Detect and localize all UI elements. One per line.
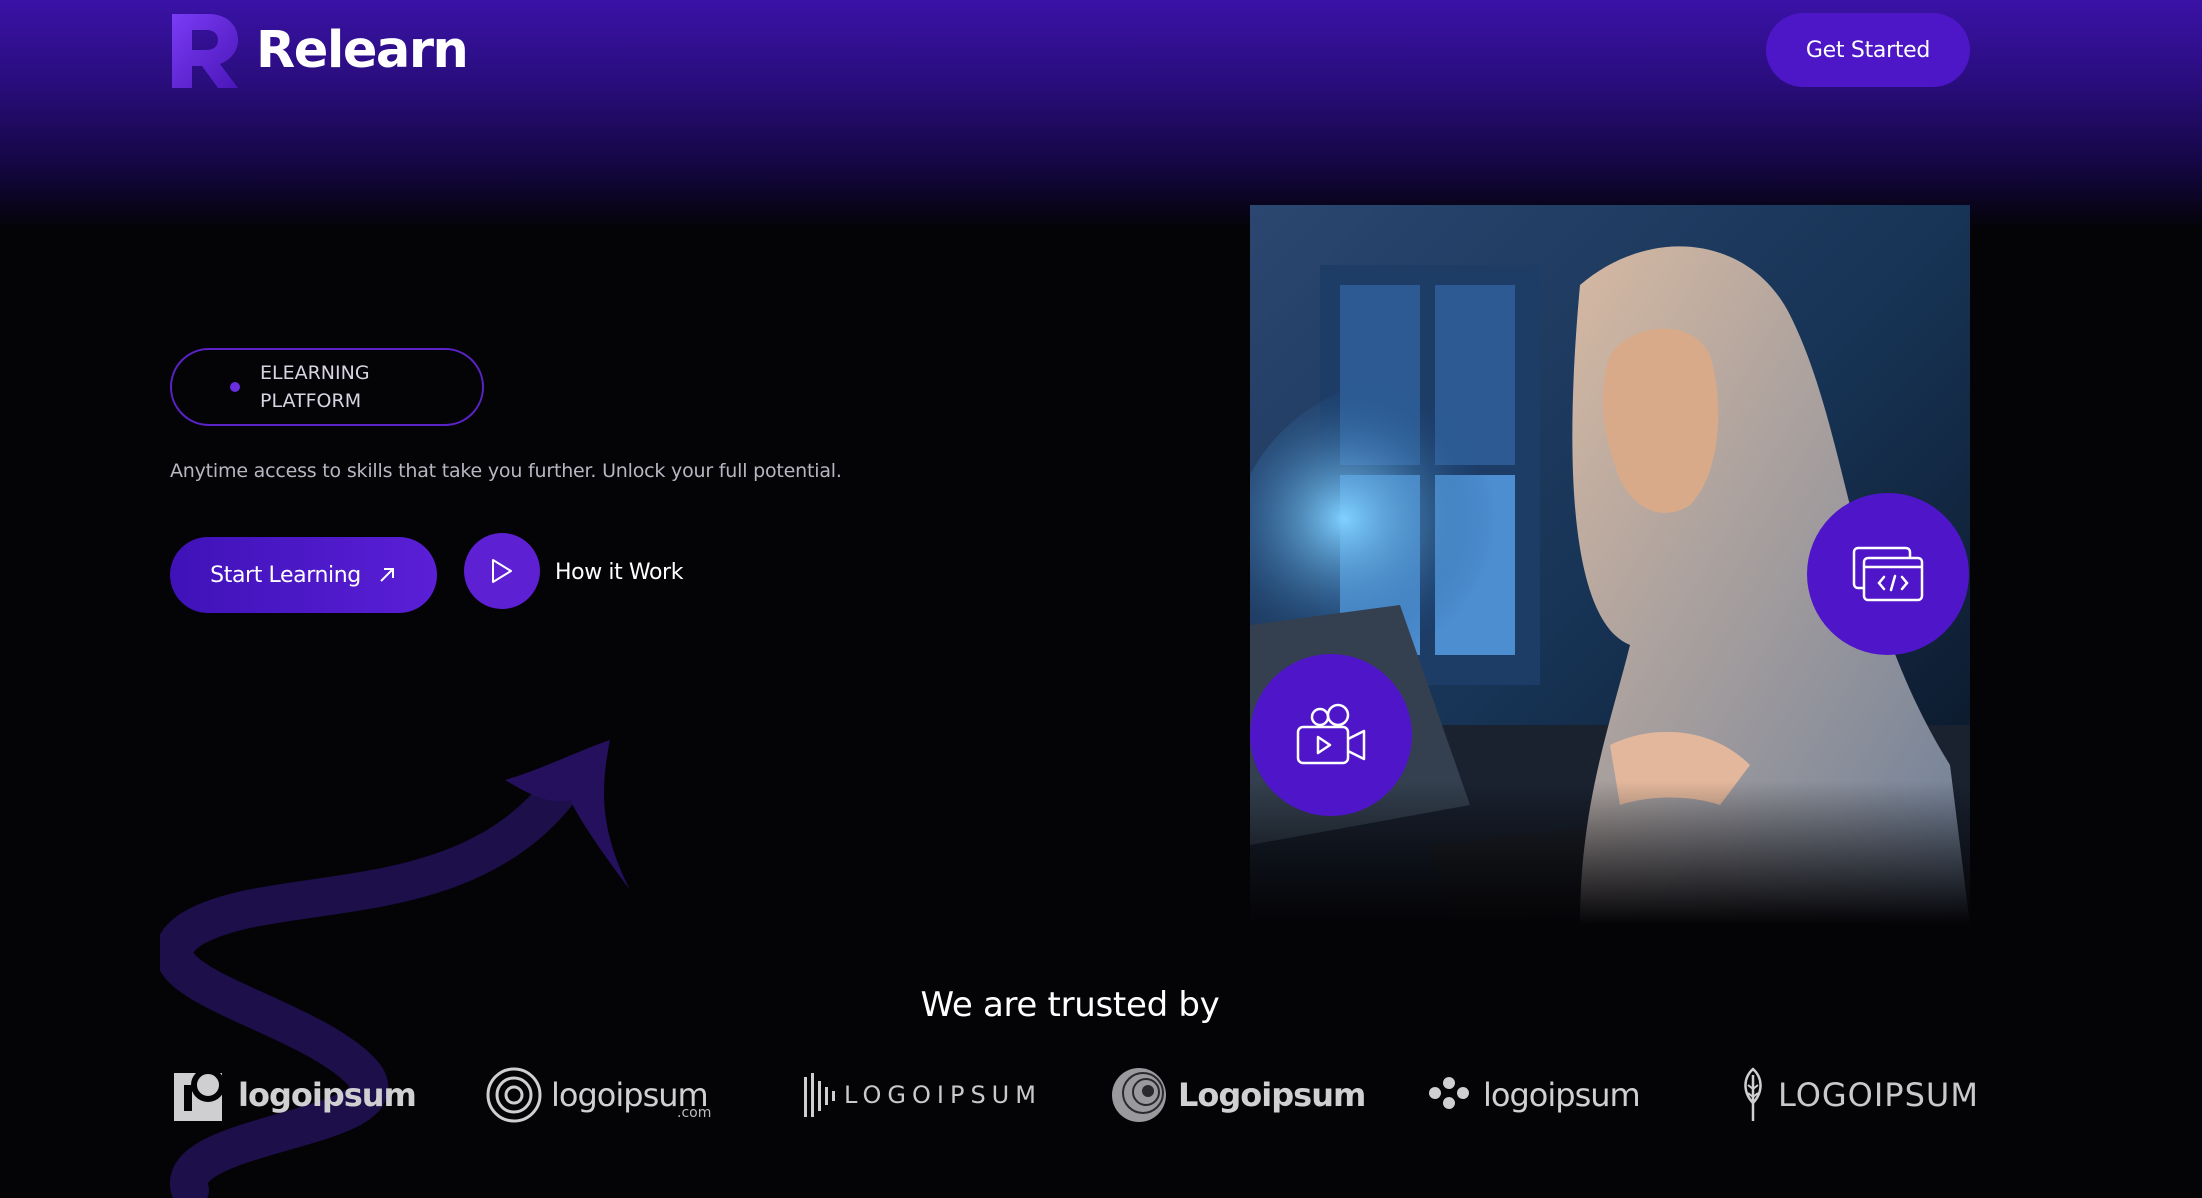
partner-logo-3-text: LOGOIPSUM [844,1081,1042,1109]
platform-badge: ELEARNING PLATFORM [170,348,484,426]
logo-mark-icon [172,14,238,88]
dots-logo-icon [1429,1077,1469,1109]
badge-label: ELEARNING PLATFORM [260,362,370,412]
start-learning-label: Start Learning [210,562,361,588]
partner-logo-2-suffix: .com [677,1105,712,1121]
partner-logo-2: logoipsum .com [485,1055,712,1135]
partner-logo-1-text: logoipsum [238,1076,417,1114]
code-feature-button[interactable] [1807,493,1969,655]
how-it-work-link[interactable]: How it Work [555,560,683,585]
badge-dot-icon [230,382,240,392]
partner-logo-5: logoipsum [1425,1055,1641,1135]
trusted-by-title: We are trusted by [920,985,1220,1025]
arrow-up-right-icon [380,568,394,582]
code-window-icon [1852,546,1924,602]
how-it-work-play-button[interactable] [464,533,540,609]
partner-logo-5-text: logoipsum [1483,1076,1641,1114]
brand-name: Relearn [256,20,469,80]
play-icon [492,559,512,583]
brand-logo[interactable]: Relearn [170,12,469,88]
partner-logo-3: LOGOIPSUM [802,1055,1042,1135]
partner-logo-6-text: LOGOIPSUM [1778,1076,1979,1114]
sphere-logo-icon [1112,1068,1166,1122]
video-camera-icon [1296,703,1366,765]
get-started-button[interactable]: Get Started [1766,13,1970,87]
bars-logo-icon [804,1073,835,1117]
partner-logo-1: logoipsum [174,1055,417,1135]
partner-logos: logoipsum logoipsum .com LOGOIPSUM Logoi… [170,1055,1978,1135]
logoipsum-square-icon [174,1069,225,1121]
partner-logo-4-text: Logoipsum [1178,1076,1366,1114]
hero-tagline: Anytime access to skills that take you f… [170,460,842,482]
spiral-logo-icon [486,1067,542,1123]
start-learning-button[interactable]: Start Learning [170,537,437,613]
partner-logo-6: LOGOIPSUM [1740,1055,1979,1135]
video-feature-button[interactable] [1250,654,1412,816]
feather-logo-icon [1744,1067,1762,1121]
partner-logo-4: Logoipsum [1110,1055,1366,1135]
